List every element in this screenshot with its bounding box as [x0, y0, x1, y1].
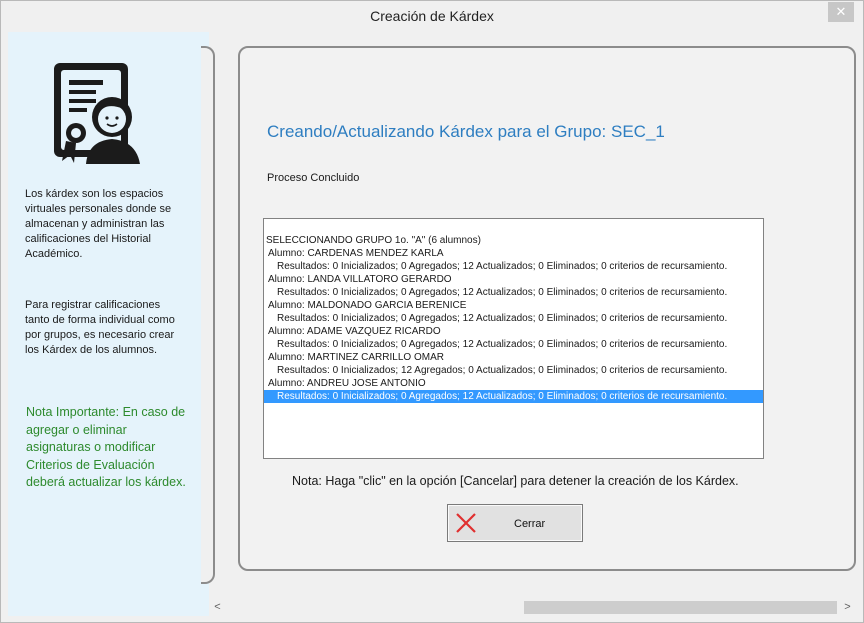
kardex-certificate-user-icon [54, 63, 140, 164]
sidebar-divider [201, 46, 215, 584]
log-line[interactable]: Alumno: LANDA VILLATORO GERARDO [264, 273, 763, 286]
cancel-help-note: Nota: Haga "clic" en la opción [Cancelar… [292, 474, 739, 488]
log-line[interactable]: Resultados: 0 Inicializados; 0 Agregados… [264, 312, 763, 325]
registration-instructions: Para registrar calificaciones tanto de f… [25, 299, 175, 356]
log-line[interactable]: Resultados: 0 Inicializados; 12 Agregado… [264, 364, 763, 377]
title-bar: Creación de Kárdex ✕ [1, 1, 863, 31]
scroll-left-arrow[interactable]: < [209, 599, 226, 616]
info-sidebar: Los kárdex son los espacios virtuales pe… [8, 32, 209, 616]
window-title: Creación de Kárdex [370, 8, 494, 24]
kardex-description: Los kárdex son los espacios virtuales pe… [25, 188, 172, 260]
log-line[interactable]: Resultados: 0 Inicializados; 0 Agregados… [264, 338, 763, 351]
process-heading: Creando/Actualizando Kárdex para el Grup… [267, 122, 665, 141]
process-status: Proceso Concluido [267, 172, 360, 184]
log-line[interactable]: Alumno: MALDONADO GARCIA BERENICE [264, 299, 763, 312]
kardex-window: Creación de Kárdex ✕ Los kárdex son los … [0, 0, 864, 623]
horizontal-scrollbar[interactable]: < > [209, 599, 856, 616]
log-line[interactable]: Alumno: ANDREU JOSE ANTONIO [264, 377, 763, 390]
log-line-selected[interactable]: Resultados: 0 Inicializados; 0 Agregados… [264, 390, 763, 403]
log-line[interactable]: Alumno: MARTINEZ CARRILLO OMAR [264, 351, 763, 364]
log-line[interactable]: Resultados: 0 Inicializados; 0 Agregados… [264, 286, 763, 299]
scroll-right-arrow[interactable]: > [839, 599, 856, 616]
scrollbar-thumb[interactable] [524, 601, 837, 614]
log-line[interactable]: Alumno: CARDENAS MENDEZ KARLA [264, 247, 763, 260]
close-button-label: Cerrar [514, 518, 546, 530]
important-note: Nota Importante: En caso de agregar o el… [26, 405, 186, 489]
log-line[interactable]: SELECCIONANDO GRUPO 1o. "A" (6 alumnos) [264, 234, 763, 247]
red-x-icon [456, 513, 476, 533]
log-line[interactable]: Resultados: 0 Inicializados; 0 Agregados… [264, 260, 763, 273]
window-close-button[interactable]: ✕ [828, 2, 854, 22]
close-button[interactable]: Cerrar [447, 504, 583, 542]
process-log-list[interactable]: SELECCIONANDO GRUPO 1o. "A" (6 alumnos) … [263, 218, 764, 459]
log-line[interactable]: Alumno: ADAME VAZQUEZ RICARDO [264, 325, 763, 338]
